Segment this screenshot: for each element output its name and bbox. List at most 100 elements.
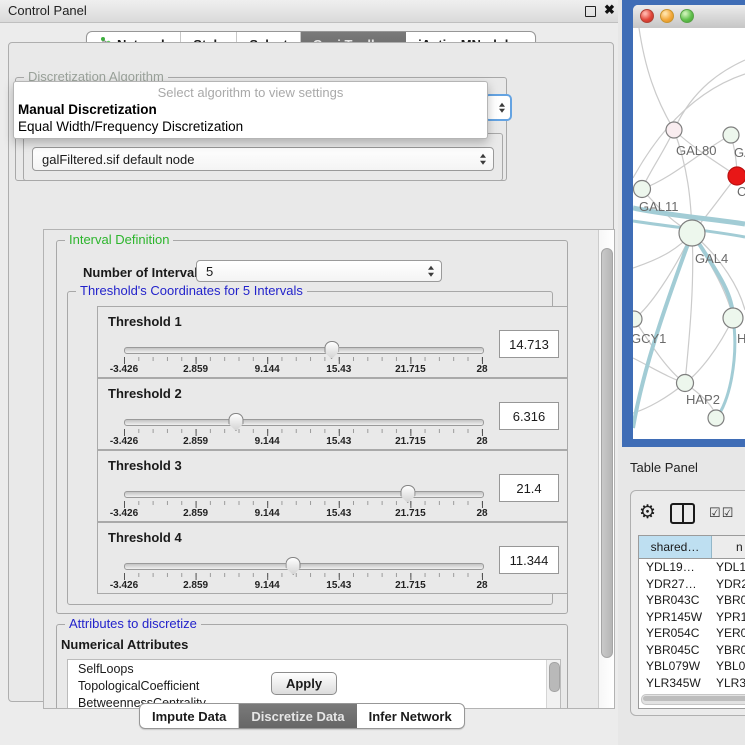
list-scrollbar[interactable] (546, 660, 560, 709)
threshold-1-slider[interactable] (124, 347, 484, 354)
interval-definition-group: Interval Definition Number of Intervals … (56, 240, 568, 614)
table-row[interactable]: YDR27…YDR2 (639, 576, 745, 593)
dropdown-item-manual-discretization[interactable]: Manual Discretization (18, 102, 157, 117)
threshold-4-label: Threshold 4 (108, 530, 182, 545)
numerical-attributes-heading: Numerical Attributes (61, 637, 188, 652)
node-table[interactable]: shared… n YDL19…YDL1 YDR27…YDR2 YBR043CY… (638, 535, 745, 709)
slider-ticks (124, 357, 483, 364)
table-row[interactable]: YPR145WYPR1 (639, 609, 745, 626)
tab-infer-network[interactable]: Infer Network (357, 704, 464, 728)
checkbox-icons[interactable]: ☑☑ (709, 505, 734, 521)
settings-vertical-scrollbar[interactable] (598, 230, 614, 708)
network-canvas[interactable]: GAL80 GA C GAL11 GAL4 GCY1 H HAP2 (633, 28, 745, 439)
network-window-titlebar[interactable] (633, 5, 745, 29)
close-icon[interactable]: ✖ (604, 2, 615, 18)
table-row[interactable]: YBL079WYBL0 (639, 658, 745, 675)
close-traffic-light[interactable] (640, 9, 654, 23)
table-row[interactable]: YER054CYER0 (639, 625, 745, 642)
control-panel: Control Panel ✖ Network Style Select Cyn… (0, 0, 618, 745)
network-view-window: GAL80 GA C GAL11 GAL4 GCY1 H HAP2 (622, 0, 745, 447)
table-row[interactable]: YLR345WYLR3 (639, 675, 745, 692)
tab-impute-data[interactable]: Impute Data (140, 704, 239, 728)
tab-discretize-data[interactable]: Discretize Data (239, 704, 356, 728)
gear-icon[interactable]: ⚙ (639, 503, 656, 523)
dropdown-item-equal-width-frequency[interactable]: Equal Width/Frequency Discretization (18, 119, 243, 134)
threshold-3-box: Threshold 3 -3.4262.8599.14415.4321.7152… (97, 450, 568, 522)
svg-text:H: H (737, 331, 745, 346)
dropdown-prompt: Select algorithm to view settings (14, 85, 487, 100)
interval-definition-title: Interval Definition (65, 232, 173, 247)
bottom-tabstrip: Impute Data Discretize Data Infer Networ… (139, 703, 465, 729)
svg-text:GAL11: GAL11 (639, 199, 679, 214)
combo-arrows-icon (480, 154, 486, 165)
threshold-1-value-field[interactable]: 14.713 (499, 330, 559, 358)
threshold-3-slider[interactable] (124, 491, 484, 498)
slider-ticks (124, 573, 483, 580)
num-intervals-label: Number of Intervals (83, 265, 205, 280)
settings-scrollpane: Interval Definition Number of Intervals … (43, 229, 615, 709)
combo-arrows-icon (428, 266, 434, 277)
num-intervals-combobox[interactable]: 5 (196, 260, 442, 282)
network-node[interactable] (723, 308, 743, 328)
network-node[interactable] (679, 220, 705, 246)
zoom-traffic-light[interactable] (680, 9, 694, 23)
attributes-group: Attributes to discretize Numerical Attri… (56, 624, 568, 709)
slider-scale: -3.4262.8599.14415.4321.71528 (124, 436, 482, 448)
network-node[interactable] (666, 122, 682, 138)
float-window-icon[interactable] (585, 6, 596, 17)
table-panel-toolbar: ⚙ ☑☑ (639, 499, 745, 527)
slider-ticks (124, 501, 483, 508)
table-row[interactable]: YDL19…YDL1 (639, 559, 745, 576)
threshold-4-slider[interactable] (124, 563, 484, 570)
column-layout-icon[interactable] (670, 503, 695, 524)
slider-ticks (124, 429, 483, 436)
slider-scale: -3.4262.8599.14415.4321.71528 (124, 364, 482, 376)
cyni-toolbox-content: Discretization Algorithm Table Data galF… (8, 42, 614, 702)
column-header-name[interactable]: n (712, 536, 745, 558)
table-row[interactable]: YBR045CYBR0 (639, 642, 745, 659)
network-node-selected[interactable] (728, 167, 745, 185)
threshold-4-box: Threshold 4 -3.4262.8599.14415.4321.7152… (97, 522, 568, 594)
apply-button[interactable]: Apply (271, 672, 337, 695)
slider-scale: -3.4262.8599.14415.4321.71528 (124, 508, 482, 520)
combo-arrows-icon (499, 102, 505, 113)
threshold-2-slider[interactable] (124, 419, 484, 426)
svg-text:GCY1: GCY1 (633, 331, 666, 346)
threshold-3-value-field[interactable]: 21.4 (499, 474, 559, 502)
threshold-coordinates-group: Threshold's Coordinates for 5 Intervals … (67, 291, 553, 605)
svg-text:GA: GA (734, 145, 745, 160)
table-header-row: shared… n (639, 536, 745, 559)
threshold-1-label: Threshold 1 (108, 314, 182, 329)
svg-text:C: C (737, 184, 745, 199)
table-row[interactable]: YBR043CYBR0 (639, 592, 745, 609)
svg-text:HAP2: HAP2 (686, 392, 720, 407)
attributes-group-title: Attributes to discretize (65, 616, 201, 631)
threshold-4-value-field[interactable]: 11.344 (499, 546, 559, 574)
threshold-coordinates-title: Threshold's Coordinates for 5 Intervals (76, 283, 307, 298)
table-panel: ⚙ ☑☑ shared… n YDL19…YDL1 YDR27…YDR2 YBR… (630, 490, 745, 716)
screen: Control Panel ✖ Network Style Select Cyn… (0, 0, 745, 745)
slider-scale: -3.4262.8599.14415.4321.71528 (124, 580, 482, 592)
table-data-combobox[interactable]: galFiltered.sif default node (32, 147, 494, 171)
minimize-traffic-light[interactable] (660, 9, 674, 23)
threshold-2-label: Threshold 2 (108, 386, 182, 401)
threshold-2-box: Threshold 2 -3.4262.8599.14415.4321.7152… (97, 378, 568, 450)
num-intervals-value: 5 (206, 264, 213, 279)
network-node[interactable] (634, 181, 651, 198)
threshold-2-value-field[interactable]: 6.316 (499, 402, 559, 430)
algorithm-dropdown-popup: Select algorithm to view settings Manual… (13, 81, 488, 139)
svg-text:GAL80: GAL80 (676, 143, 716, 158)
table-horizontal-scrollbar[interactable] (641, 694, 745, 705)
algorithm-combobox[interactable] (484, 94, 512, 121)
table-data-value: galFiltered.sif default node (42, 152, 194, 167)
control-panel-titlebar: Control Panel ✖ (0, 0, 618, 23)
table-data-group: Table Data galFiltered.sif default node (23, 133, 503, 181)
column-header-shared[interactable]: shared… (639, 536, 712, 558)
network-graph: GAL80 GA C GAL11 GAL4 GCY1 H HAP2 (633, 28, 745, 439)
threshold-1-box: Threshold 1 -3.4262.8599.14415.4321.7152… (97, 306, 568, 378)
network-node[interactable] (677, 375, 694, 392)
network-node[interactable] (723, 127, 739, 143)
threshold-3-label: Threshold 3 (108, 458, 182, 473)
panel-title: Control Panel (8, 3, 87, 18)
network-node[interactable] (708, 410, 724, 426)
